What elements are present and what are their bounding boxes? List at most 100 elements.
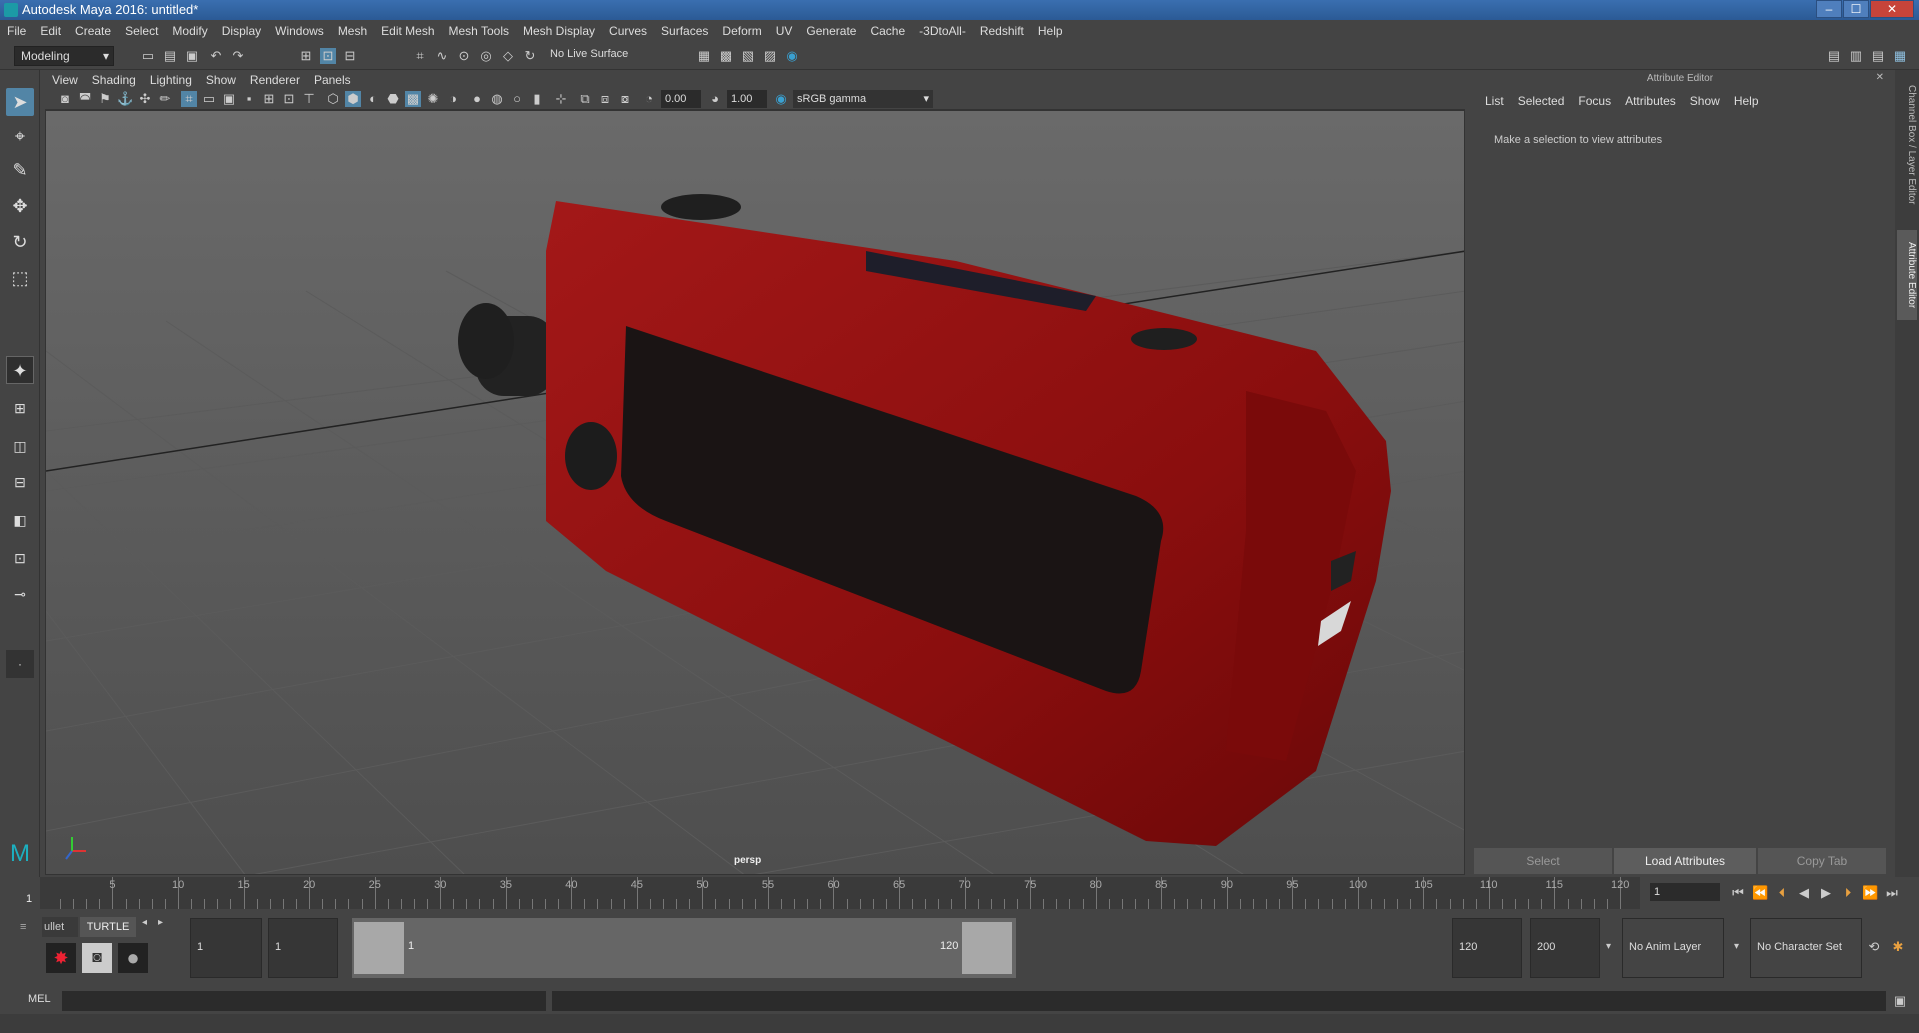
shelf-fire-icon[interactable]: ✸	[46, 943, 76, 973]
multisample-aa-icon[interactable]: ○	[509, 91, 525, 107]
menu-help[interactable]: Help	[1031, 20, 1070, 42]
step-back-frame-icon[interactable]: ⏴	[1774, 885, 1790, 901]
menu-select[interactable]: Select	[118, 20, 165, 42]
single-perspective-layout-icon[interactable]: ✦	[6, 356, 34, 384]
gate-mask-icon[interactable]: ▪	[241, 91, 257, 107]
scene-end-field[interactable]: 200	[1530, 918, 1600, 978]
ae-select-button[interactable]: Select	[1474, 848, 1612, 874]
panel-menu-view[interactable]: View	[45, 70, 85, 90]
toggle-channel-box-icon[interactable]: ▦	[1892, 48, 1908, 64]
render-settings-icon[interactable]: ▦	[696, 48, 712, 64]
xray-icon[interactable]: ⧉	[577, 91, 593, 107]
new-scene-icon[interactable]: ▭	[140, 48, 156, 64]
script-language-label[interactable]: MEL	[28, 993, 51, 1005]
custom-layout-icon[interactable]: ⊸	[6, 580, 34, 608]
color-management-icon[interactable]: ◉	[773, 91, 789, 107]
menuset-dropdown[interactable]: Modeling ▾	[14, 46, 114, 66]
menu-redshift[interactable]: Redshift	[973, 20, 1031, 42]
current-frame-field[interactable]: 1	[1650, 883, 1720, 901]
snap-edge-icon[interactable]: ↻	[522, 48, 538, 64]
workspace-icon[interactable]: ▤	[1826, 48, 1842, 64]
panel-menu-shading[interactable]: Shading	[85, 70, 143, 90]
menu-generate[interactable]: Generate	[799, 20, 863, 42]
panel-menu-lighting[interactable]: Lighting	[143, 70, 199, 90]
four-view-layout-icon[interactable]: ⊞	[6, 394, 34, 422]
time-slider[interactable]: 5 10 15 20 25 30 35 40 45 50 55 60 65 70 75 80 85 90 95 100…	[0, 877, 1919, 913]
select-tool-icon[interactable]: ➤	[6, 88, 34, 116]
hypershade-icon[interactable]: ◉	[784, 48, 800, 64]
menu-mesh-display[interactable]: Mesh Display	[516, 20, 602, 42]
shelf-prev-icon[interactable]: ◂	[142, 917, 147, 928]
maximize-button[interactable]: ☐	[1843, 0, 1869, 18]
film-gate-icon[interactable]: ▭	[201, 91, 217, 107]
character-set-dropdown[interactable]: No Character Set	[1750, 918, 1862, 978]
ae-load-attributes-button[interactable]: Load Attributes	[1614, 848, 1756, 874]
render-view-icon[interactable]: ▩	[718, 48, 734, 64]
animation-prefs-icon[interactable]: ✱	[1890, 939, 1906, 955]
use-all-lights-icon[interactable]: ✺	[425, 91, 441, 107]
camera-attributes-icon[interactable]: ◚	[77, 91, 93, 107]
step-forward-key-icon[interactable]: ⏩	[1862, 885, 1878, 901]
close-button[interactable]: ✕	[1870, 0, 1914, 18]
lasso-tool-icon[interactable]: ⌖	[6, 122, 34, 150]
go-to-end-icon[interactable]: ⏭	[1884, 885, 1900, 901]
menu-edit[interactable]: Edit	[33, 20, 68, 42]
ipr-render-icon[interactable]: ▨	[762, 48, 778, 64]
toggle-outliner-icon[interactable]: ▥	[1848, 48, 1864, 64]
snap-point-icon[interactable]: ⊙	[456, 48, 472, 64]
shelf-tab-bullet[interactable]: ullet	[42, 917, 78, 937]
menu-file[interactable]: File	[0, 20, 33, 42]
tab-attribute-editor[interactable]: Attribute Editor	[1897, 230, 1917, 320]
menu-windows[interactable]: Windows	[268, 20, 331, 42]
default-material-icon[interactable]: ◐	[365, 91, 381, 107]
range-start-handle[interactable]	[354, 922, 404, 974]
redo-icon[interactable]: ↷	[230, 48, 246, 64]
exposure-icon[interactable]: ◔	[641, 91, 657, 107]
undo-icon[interactable]: ↶	[208, 48, 224, 64]
render-icon[interactable]: ▧	[740, 48, 756, 64]
view-transform-dropdown[interactable]: sRGB gamma ▾	[793, 90, 933, 108]
wireframe-on-shaded-icon[interactable]: ⬣	[385, 91, 401, 107]
menu-cache[interactable]: Cache	[863, 20, 912, 42]
panel-menu-show[interactable]: Show	[199, 70, 243, 90]
menu-create[interactable]: Create	[68, 20, 118, 42]
snap-curve-icon[interactable]: ∿	[434, 48, 450, 64]
step-back-key-icon[interactable]: ⏪	[1752, 885, 1768, 901]
wireframe-icon[interactable]: ⬡	[325, 91, 341, 107]
red-device-model[interactable]	[458, 194, 1391, 846]
perspective-viewport[interactable]: persp	[45, 110, 1465, 875]
playback-end-field[interactable]: 120	[1452, 918, 1522, 978]
range-slider-track[interactable]	[1016, 918, 1446, 978]
motion-blur-icon[interactable]: ◍	[489, 91, 505, 107]
tab-channel-box[interactable]: Channel Box / Layer Editor	[1897, 80, 1917, 210]
ae-menu-focus[interactable]: Focus	[1571, 94, 1618, 108]
rotate-tool-icon[interactable]: ↻	[6, 228, 34, 256]
resolution-gate-icon[interactable]: ▣	[221, 91, 237, 107]
2d-pan-zoom-icon[interactable]: ✣	[137, 91, 153, 107]
play-forwards-icon[interactable]: ▶	[1818, 885, 1834, 901]
ae-menu-attributes[interactable]: Attributes	[1618, 94, 1683, 108]
menu-deform[interactable]: Deform	[715, 20, 768, 42]
save-scene-icon[interactable]: ▣	[184, 48, 200, 64]
scale-tool-icon[interactable]: ⬚	[6, 264, 34, 292]
playback-start-field[interactable]: 1	[268, 918, 338, 978]
xray-active-icon[interactable]: ⧈	[597, 91, 613, 107]
persp-graph-layout-icon[interactable]: ⊟	[6, 468, 34, 496]
move-tool-icon[interactable]: ✥	[6, 192, 34, 220]
select-camera-icon[interactable]: ◙	[57, 91, 73, 107]
shadows-icon[interactable]: ◑	[445, 91, 461, 107]
more-layouts-icon[interactable]: ·	[6, 650, 34, 678]
anim-layer-dropdown[interactable]: No Anim Layer	[1622, 918, 1724, 978]
grease-pencil-icon[interactable]: ✏	[157, 91, 173, 107]
ae-copy-tab-button[interactable]: Copy Tab	[1758, 848, 1886, 874]
isolate-select-icon[interactable]: ⊹	[553, 91, 569, 107]
auto-key-icon[interactable]: ⟲	[1866, 939, 1882, 955]
menu-uv[interactable]: UV	[769, 20, 800, 42]
step-forward-frame-icon[interactable]: ⏵	[1840, 885, 1856, 901]
snap-view-icon[interactable]: ◎	[478, 48, 494, 64]
hypershade-layout-icon[interactable]: ⊡	[6, 544, 34, 572]
panel-close-icon[interactable]: ✕	[1876, 72, 1884, 83]
go-to-start-icon[interactable]: ⏮	[1730, 885, 1746, 901]
ae-menu-help[interactable]: Help	[1727, 94, 1766, 108]
safe-action-icon[interactable]: ⊡	[281, 91, 297, 107]
